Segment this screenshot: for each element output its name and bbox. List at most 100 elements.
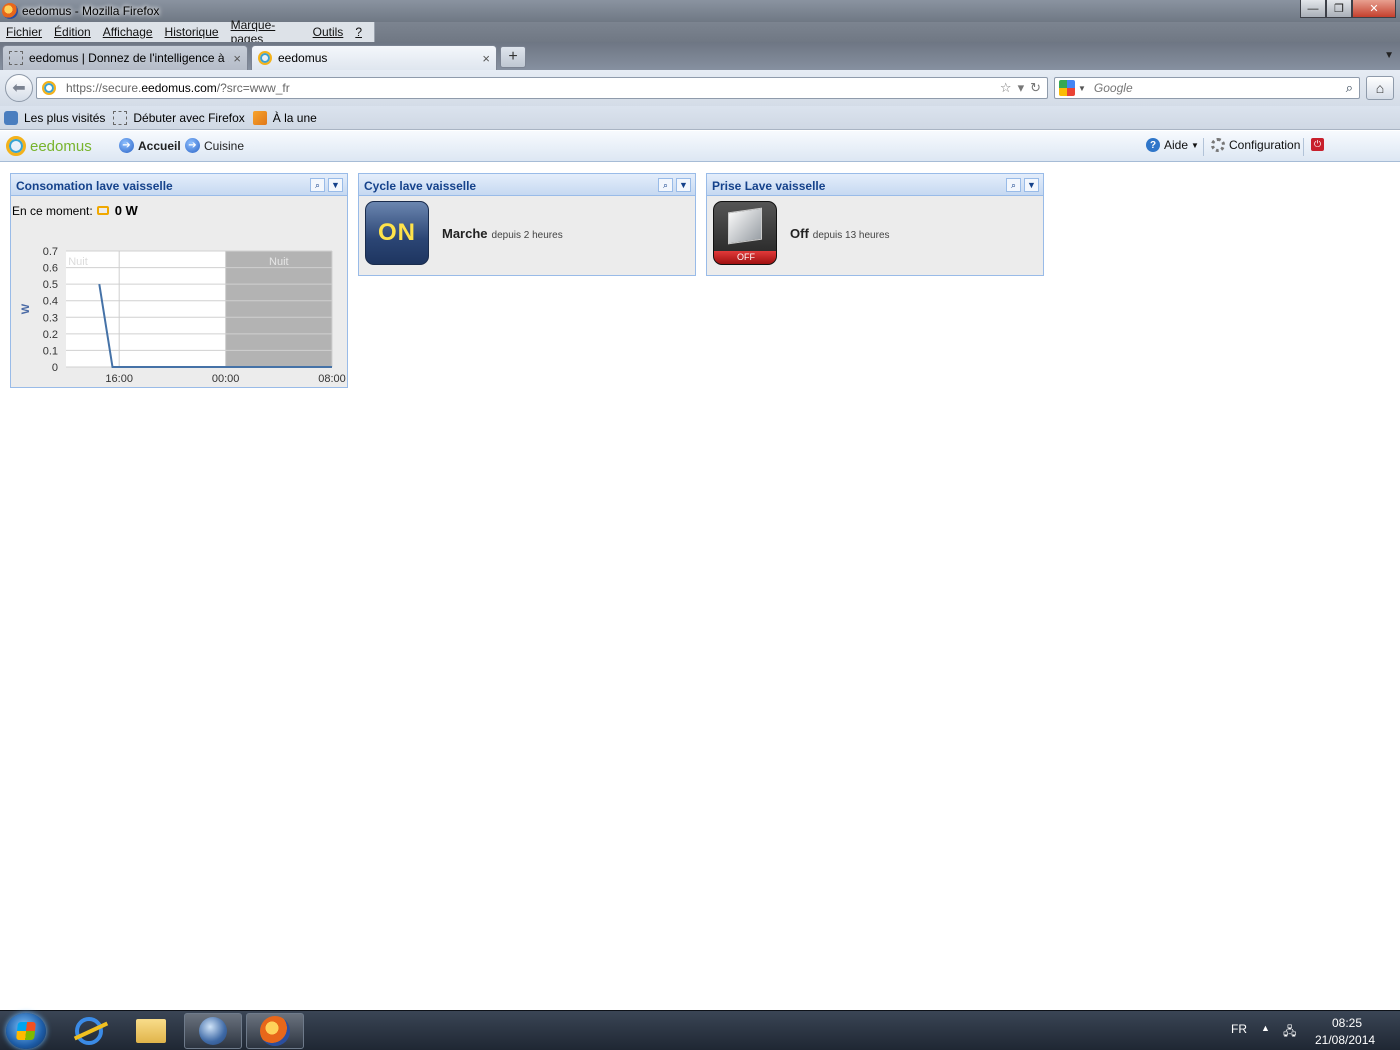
taskbar-internet-explorer[interactable] (60, 1013, 118, 1049)
search-bar[interactable]: ▼ Google ⌕ (1054, 77, 1360, 99)
close-window-button[interactable]: ✕ (1352, 0, 1396, 18)
state-row: OFF Off depuis 13 heures (707, 196, 1043, 270)
tab-eedomus-app[interactable]: eedomus × (251, 45, 497, 70)
bookmark-most-visited[interactable]: Les plus visités (4, 110, 106, 125)
show-hidden-icons-icon[interactable]: ▲ (1261, 1023, 1270, 1033)
config-label: Configuration (1229, 138, 1301, 152)
chevron-down-icon[interactable]: ▼ (676, 178, 691, 192)
night-band (225, 251, 332, 367)
y-tick-label: 0.7 (43, 246, 58, 258)
chevron-down-icon[interactable]: ▼ (328, 178, 343, 192)
y-tick-label: 0.6 (43, 263, 58, 275)
network-icon[interactable]: 🖧 (1283, 1022, 1296, 1043)
tab-label: eedomus (278, 51, 328, 65)
new-tab-button[interactable]: + (500, 46, 526, 68)
close-tab-icon[interactable]: × (233, 51, 241, 66)
taskbar-firefox[interactable] (246, 1013, 304, 1049)
language-indicator[interactable]: FR (1231, 1022, 1247, 1036)
bookmark-latest-headlines[interactable]: À la une (252, 110, 317, 125)
widget-title: Cycle lave vaisselle (364, 179, 477, 193)
window-controls: — ❐ ✕ (1300, 0, 1396, 18)
eedomus-logo[interactable]: eedomus (6, 136, 92, 156)
night-band-label: Nuit (68, 256, 88, 268)
internet-explorer-icon (75, 1017, 103, 1045)
configuration-link[interactable]: Configuration (1211, 138, 1300, 152)
back-button[interactable]: ⬅ (5, 74, 33, 102)
x-tick-label: 00:00 (212, 373, 240, 385)
logout-button[interactable]: ⏻ (1311, 138, 1324, 151)
nav-accueil[interactable]: ➔ Accueil (119, 138, 181, 153)
state-value: Off (790, 225, 809, 241)
taskbar-thunderbird[interactable] (184, 1013, 242, 1049)
start-button[interactable] (6, 1013, 46, 1049)
on-state-button[interactable]: ON (365, 201, 429, 265)
firefox-logo-icon (2, 3, 18, 19)
google-engine-icon[interactable] (1059, 80, 1075, 96)
help-menu[interactable]: ? Aide ▼ (1146, 138, 1199, 152)
menu-affichage[interactable]: Affichage (103, 25, 153, 39)
zoom-icon[interactable]: ⌕ (310, 178, 325, 192)
back-arrow-icon: ⬅ (12, 80, 26, 97)
zoom-icon[interactable]: ⌕ (1006, 178, 1021, 192)
widget-header: Prise Lave vaisselle ⌕ ▼ (707, 174, 1043, 196)
reload-icon[interactable]: ↻ (1030, 80, 1041, 96)
bookmark-getting-started[interactable]: Débuter avec Firefox (113, 110, 245, 125)
home-button[interactable]: ⌂ (1366, 76, 1394, 100)
y-tick-label: 0.5 (43, 279, 58, 291)
y-axis-label: W (20, 303, 32, 314)
clock-date[interactable]: 21/08/2014 (1315, 1033, 1375, 1047)
url-bar[interactable]: https://secure.eedomus.com/?src=www_fr ☆… (36, 77, 1048, 99)
search-icon[interactable]: ⌕ (1346, 80, 1353, 96)
widget-cycle: Cycle lave vaisselle ⌕ ▼ ON Marche depui… (358, 173, 696, 276)
menu-help[interactable]: ? (355, 25, 362, 39)
minimize-button[interactable]: — (1300, 0, 1326, 18)
y-tick-label: 0.1 (43, 345, 58, 357)
nav-cuisine[interactable]: ➔ Cuisine (185, 138, 244, 153)
night-band-label: Nuit (269, 256, 289, 268)
search-input[interactable]: Google (1094, 81, 1133, 95)
close-tab-icon[interactable]: × (482, 51, 490, 66)
menu-bar: Fichier Édition Affichage Historique Mar… (0, 18, 375, 46)
nav-label: Cuisine (204, 138, 245, 153)
thunderbird-icon (199, 1017, 227, 1045)
clock-time[interactable]: 08:25 (1332, 1016, 1362, 1030)
nav-label: Accueil (138, 138, 181, 153)
engine-dropdown-icon[interactable]: ▼ (1078, 84, 1086, 93)
tab-strip: eedomus | Donnez de l'intelligence à ...… (0, 42, 1400, 70)
bookmark-label: Les plus visités (24, 110, 106, 125)
header-divider (1303, 138, 1304, 156)
widget-title: Prise Lave vaisselle (712, 179, 826, 193)
page-icon (9, 51, 23, 65)
tab-eedomus-site[interactable]: eedomus | Donnez de l'intelligence à ...… (2, 45, 248, 70)
plug-icon (96, 206, 109, 215)
restore-button[interactable]: ❐ (1326, 0, 1352, 18)
firefox-icon (260, 1016, 290, 1046)
menu-outils[interactable]: Outils (313, 25, 344, 39)
help-icon: ? (1146, 138, 1160, 152)
arrow-right-icon: ➔ (185, 138, 200, 153)
zoom-icon[interactable]: ⌕ (658, 178, 673, 192)
url-text[interactable]: https://secure.eedomus.com/?src=www_fr (66, 81, 290, 95)
dishwasher-off-button[interactable]: OFF (713, 201, 777, 265)
widget-header: Consomation lave vaisselle ⌕ ▼ (11, 174, 347, 196)
chevron-down-icon: ▼ (1191, 140, 1199, 150)
gear-icon (1211, 138, 1225, 152)
y-tick-label: 0.2 (43, 329, 58, 341)
menu-edition[interactable]: Édition (54, 25, 91, 39)
menu-historique[interactable]: Historique (165, 25, 219, 39)
site-identity-icon[interactable] (42, 81, 56, 95)
window-titlebar: eedomus - Mozilla Firefox — ❐ ✕ (0, 0, 1400, 22)
bookmark-star-icon[interactable]: ☆ (1000, 80, 1012, 96)
desktop-background (375, 22, 1400, 42)
history-dropdown-icon[interactable]: ▾ (1018, 80, 1025, 96)
chevron-down-icon[interactable]: ▼ (1024, 178, 1039, 192)
tab-list-chevron-icon[interactable]: ▼ (1384, 50, 1394, 61)
widget-title: Consomation lave vaisselle (16, 179, 173, 193)
logo-text: eedomus (30, 137, 92, 155)
header-divider (1203, 138, 1204, 156)
consumption-chart: Nuit Nuit 0.7 0.6 0.5 0.4 0.3 0.2 0.1 0 16:00 00:00… (20, 246, 346, 385)
menu-fichier[interactable]: Fichier (6, 25, 42, 39)
taskbar-explorer[interactable] (122, 1013, 180, 1049)
windows-taskbar: FR ▲ 🖧 08:25 21/08/2014 (0, 1010, 1400, 1050)
current-reading: En ce moment: 0 W (12, 203, 138, 218)
